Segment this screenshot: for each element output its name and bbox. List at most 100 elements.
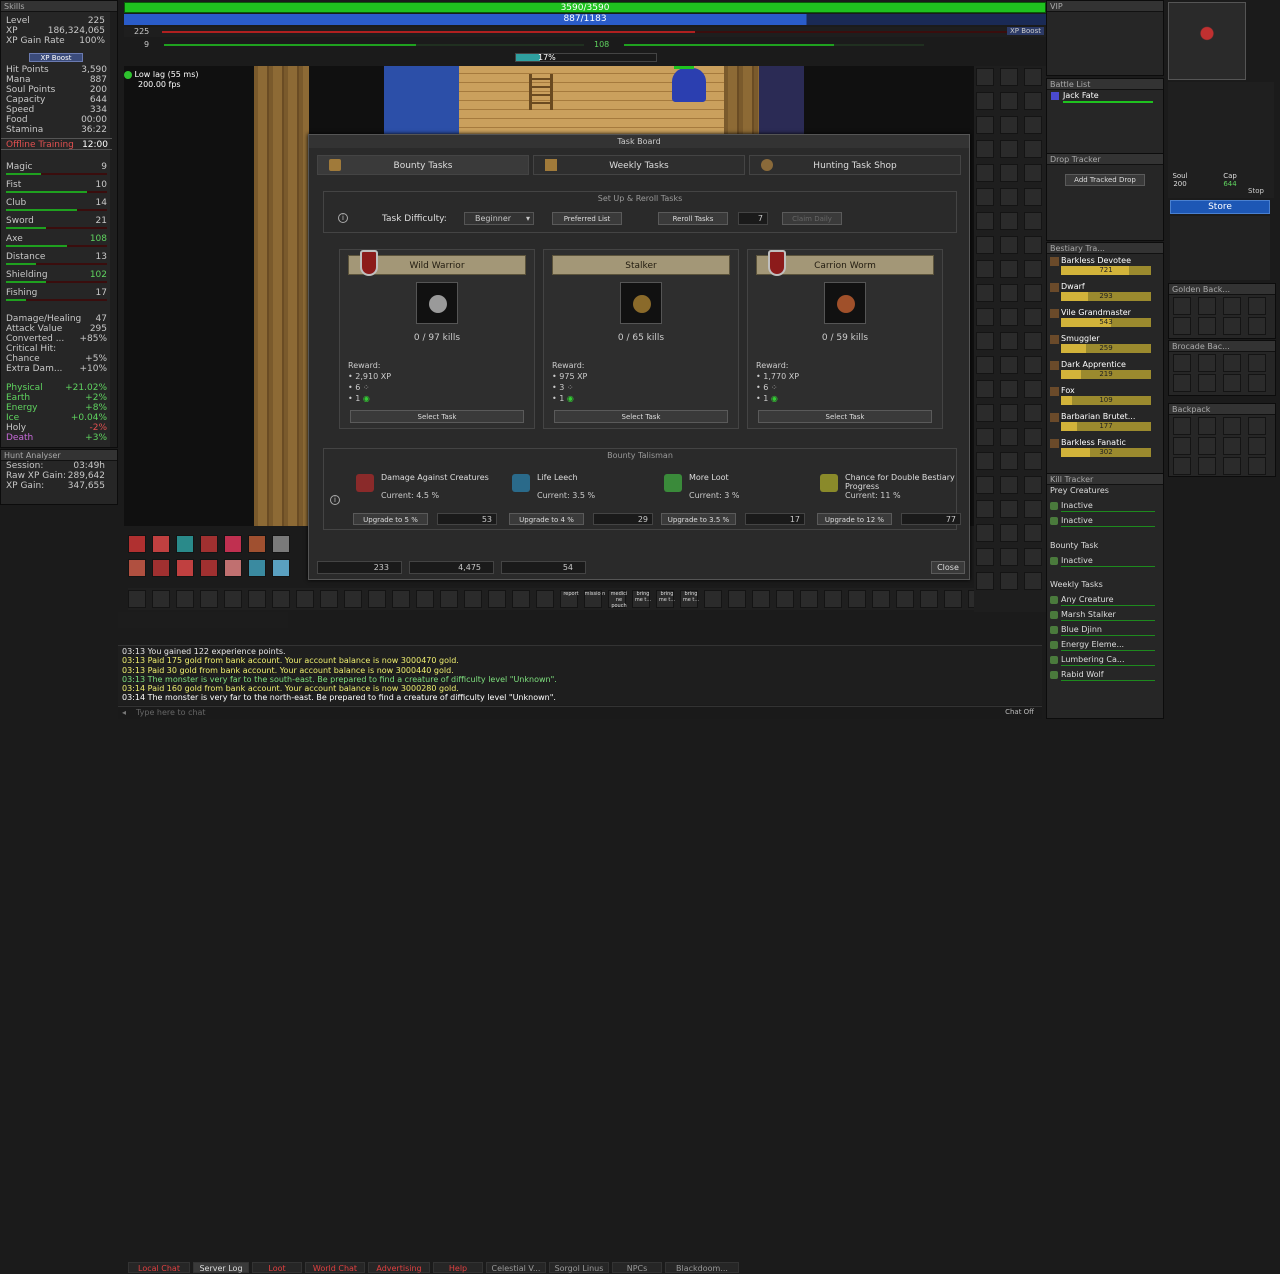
inventory-slot[interactable] [976, 524, 994, 542]
inventory-slot[interactable] [1000, 236, 1018, 254]
kill-tracker-entry[interactable]: Inactive [1047, 553, 1165, 568]
spell-slot[interactable] [224, 559, 242, 577]
inventory-slot[interactable] [976, 164, 994, 182]
preferred-list-button[interactable]: Preferred List [552, 212, 622, 225]
inventory-slot[interactable] [1000, 68, 1018, 86]
inventory-slot[interactable] [1000, 92, 1018, 110]
chat-tab[interactable]: Blackdoom... [665, 1262, 739, 1273]
inventory-slot[interactable] [976, 380, 994, 398]
bestiary-entry[interactable]: Dark Apprentice 219 [1047, 358, 1163, 384]
inventory-slot[interactable] [1024, 380, 1042, 398]
inventory-slot[interactable] [1000, 164, 1018, 182]
kill-tracker-entry[interactable]: Inactive [1047, 513, 1165, 528]
spell-slot[interactable] [200, 535, 218, 553]
container-slot[interactable] [1198, 374, 1216, 392]
chat-tab[interactable]: World Chat [305, 1262, 365, 1273]
container-slot[interactable] [1198, 354, 1216, 372]
tab-hunting-task-shop[interactable]: Hunting Task Shop [749, 155, 961, 175]
inventory-slot[interactable] [1000, 380, 1018, 398]
inventory-slot[interactable] [1000, 500, 1018, 518]
tab-weekly-tasks[interactable]: Weekly Tasks [533, 155, 745, 175]
select-task-button[interactable]: Select Task [350, 410, 524, 423]
inventory-slot[interactable] [976, 140, 994, 158]
inventory-slot[interactable] [976, 356, 994, 374]
inventory-slot[interactable] [1024, 308, 1042, 326]
reroll-tasks-button[interactable]: Reroll Tasks [658, 212, 728, 225]
spell-slot[interactable] [152, 535, 170, 553]
store-button[interactable]: Store [1170, 200, 1270, 214]
chat-tab[interactable]: Celestial V... [486, 1262, 546, 1273]
spell-slot[interactable] [272, 559, 290, 577]
minimap[interactable] [1168, 2, 1246, 80]
chat-tab[interactable]: Server Log [193, 1262, 249, 1273]
container-slot[interactable] [1198, 417, 1216, 435]
inventory-slot[interactable] [1000, 116, 1018, 134]
tab-bounty-tasks[interactable]: Bounty Tasks [317, 155, 529, 175]
hotkey-slot[interactable] [224, 590, 242, 608]
spell-slot[interactable] [152, 559, 170, 577]
bestiary-entry[interactable]: Barkless Fanatic 302 [1047, 436, 1163, 462]
container-slot[interactable] [1173, 457, 1191, 475]
hotkey-slot[interactable] [512, 590, 530, 608]
inventory-slot[interactable] [1000, 284, 1018, 302]
inventory-slot[interactable] [1000, 428, 1018, 446]
inventory-slot[interactable] [976, 284, 994, 302]
spell-slot[interactable] [176, 535, 194, 553]
inventory-slot[interactable] [1024, 404, 1042, 422]
kill-tracker-entry[interactable]: Lumbering Ca... [1047, 652, 1165, 667]
hotkey-slot[interactable] [368, 590, 386, 608]
hotkey-slot[interactable] [752, 590, 770, 608]
inventory-slot[interactable] [1000, 452, 1018, 470]
hotkey-slot[interactable] [896, 590, 914, 608]
container-slot[interactable] [1173, 354, 1191, 372]
chat-tab[interactable]: NPCs [612, 1262, 662, 1273]
spell-slot[interactable] [176, 559, 194, 577]
upgrade-button[interactable]: Upgrade to 3.5 % [661, 513, 736, 525]
inventory-slot[interactable] [976, 428, 994, 446]
container-slot[interactable] [1248, 437, 1266, 455]
inventory-slot[interactable] [976, 116, 994, 134]
chat-tab[interactable]: Loot [252, 1262, 302, 1273]
container-slot[interactable] [1248, 317, 1266, 335]
stop-button[interactable]: Stop [1248, 187, 1264, 195]
inventory-slot[interactable] [976, 404, 994, 422]
inventory-slot[interactable] [1000, 572, 1018, 590]
inventory-slot[interactable] [1000, 260, 1018, 278]
inventory-slot[interactable] [1024, 68, 1042, 86]
hotkey-slot[interactable] [128, 590, 146, 608]
hotkey-slot[interactable] [152, 590, 170, 608]
container-slot[interactable] [1223, 297, 1241, 315]
xp-boost-label[interactable]: XP Boost [1006, 27, 1044, 35]
add-tracked-drop-button[interactable]: Add Tracked Drop [1065, 174, 1145, 186]
container-slot[interactable] [1223, 437, 1241, 455]
kill-tracker-entry[interactable]: Blue Djinn [1047, 622, 1165, 637]
inventory-slot[interactable] [976, 500, 994, 518]
hotkey-slot[interactable] [800, 590, 818, 608]
inventory-slot[interactable] [1024, 284, 1042, 302]
hotkey-slot[interactable] [440, 590, 458, 608]
hotkey-slot[interactable] [392, 590, 410, 608]
inventory-slot[interactable] [1024, 356, 1042, 374]
container-slot[interactable] [1173, 417, 1191, 435]
chat-off-button[interactable]: Chat Off [1005, 708, 1034, 716]
container-slot[interactable] [1223, 417, 1241, 435]
inventory-slot[interactable] [976, 212, 994, 230]
hotkey-slot[interactable] [704, 590, 722, 608]
inventory-slot[interactable] [1000, 404, 1018, 422]
container-slot[interactable] [1223, 317, 1241, 335]
bestiary-entry[interactable]: Barbarian Brutet... 177 [1047, 410, 1163, 436]
inventory-slot[interactable] [1000, 332, 1018, 350]
inventory-slot[interactable] [976, 308, 994, 326]
inventory-slot[interactable] [1024, 164, 1042, 182]
spell-slot[interactable] [128, 535, 146, 553]
container-slot[interactable] [1248, 457, 1266, 475]
inventory-slot[interactable] [976, 188, 994, 206]
hotkey-slot[interactable] [272, 590, 290, 608]
inventory-slot[interactable] [1024, 116, 1042, 134]
hotkey-slot[interactable] [872, 590, 890, 608]
chat-tab[interactable]: Sorgol Linus [549, 1262, 609, 1273]
kill-tracker-entry[interactable]: Rabid Wolf [1047, 667, 1165, 682]
chat-input[interactable]: ◂ Type here to chat Chat Off [118, 706, 1042, 719]
inventory-slot[interactable] [1024, 452, 1042, 470]
player-character[interactable] [672, 68, 706, 102]
